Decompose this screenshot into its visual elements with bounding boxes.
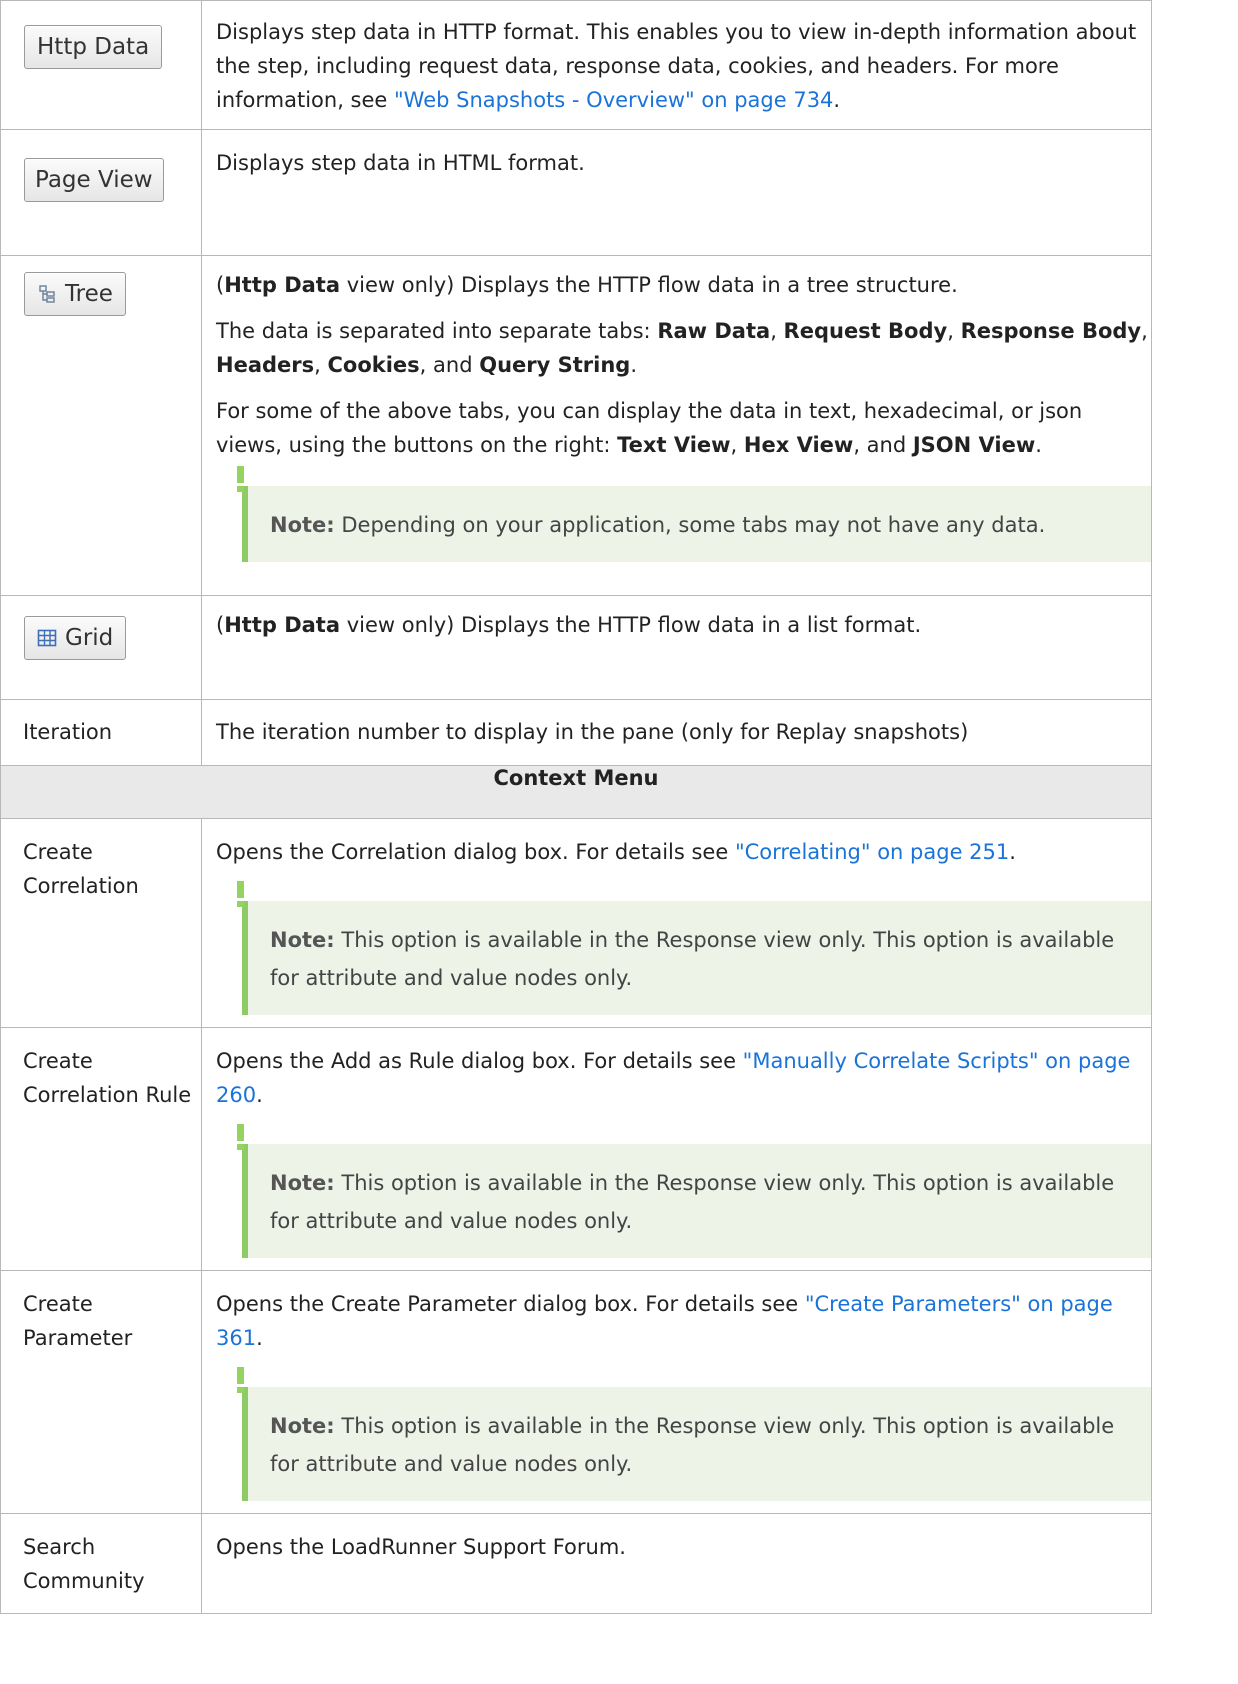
exclamation-icon	[236, 466, 246, 492]
ui-element-cell: Tree	[0, 255, 202, 596]
correlating-link[interactable]: "Correlating" on page 251	[735, 840, 1009, 864]
description-text: Opens the Add as Rule dialog box. For de…	[216, 1049, 743, 1073]
description-cell: (Http Data view only) Displays the HTTP …	[201, 255, 1152, 596]
description-cell: Opens the Add as Rule dialog box. For de…	[201, 1027, 1152, 1271]
context-menu-heading: Context Menu	[0, 765, 1152, 819]
hex-view-name: Hex View	[743, 433, 854, 457]
description-cell: Opens the Create Parameter dialog box. F…	[201, 1270, 1152, 1514]
table-row: Page View Displays step data in HTML for…	[0, 129, 1152, 256]
ui-element-cell: Create Correlation Rule	[0, 1027, 202, 1271]
description-text: view only) Displays the HTTP flow data i…	[340, 273, 958, 297]
description-cell: The iteration number to display in the p…	[201, 699, 1152, 766]
response-body-tab-name: Response Body	[960, 319, 1142, 343]
note-text: This option is available in the Response…	[270, 1171, 1115, 1233]
query-string-tab-name: Query String	[479, 353, 631, 377]
table-row: Http Data Displays step data in HTTP for…	[0, 0, 1152, 130]
table-row: Create Correlation Opens the Correlation…	[0, 818, 1152, 1028]
http-data-button-label: Http Data	[37, 34, 150, 60]
description-cell: Displays step data in HTTP format. This …	[201, 0, 1152, 130]
exclamation-icon	[236, 1367, 246, 1393]
note-label: Note:	[270, 513, 335, 537]
tabs-paragraph: The data is separated into separate tabs…	[216, 319, 1148, 377]
exclamation-icon	[236, 1124, 246, 1150]
table-row: Iteration The iteration number to displa…	[0, 699, 1152, 766]
tree-button[interactable]: Tree	[24, 272, 126, 316]
description-text: Opens the Correlation dialog box. For de…	[216, 840, 735, 864]
description-text: The iteration number to display in the p…	[216, 720, 969, 744]
grid-button-label: Grid	[65, 625, 114, 651]
note-label: Note:	[270, 1414, 335, 1438]
grid-description: (Http Data view only) Displays the HTTP …	[216, 613, 922, 637]
search-community-label: Search Community	[23, 1535, 145, 1593]
ui-elements-table: Http Data Displays step data in HTTP for…	[0, 0, 1152, 1614]
description-text: Opens the LoadRunner Support Forum.	[216, 1535, 626, 1559]
page-view-button-label: Page View	[35, 167, 153, 193]
note-label: Note:	[270, 1171, 335, 1195]
note-text: Depending on your application, some tabs…	[334, 513, 1046, 537]
cookies-tab-name: Cookies	[327, 353, 420, 377]
table-row: Grid (Http Data view only) Displays the …	[0, 595, 1152, 700]
grid-icon	[37, 629, 57, 647]
note-text: This option is available in the Response…	[270, 928, 1115, 990]
description-cell: Displays step data in HTML format.	[201, 129, 1152, 256]
description-text: Opens the Create Parameter dialog box. F…	[216, 1292, 805, 1316]
note-box: Note: This option is available in the Re…	[237, 1367, 1151, 1501]
raw-data-tab-name: Raw Data	[657, 319, 771, 343]
headers-tab-name: Headers	[216, 353, 315, 377]
description-cell: Opens the LoadRunner Support Forum.	[201, 1513, 1152, 1614]
create-correlation-rule-label: Create Correlation Rule	[23, 1049, 192, 1107]
ui-element-cell: Grid	[0, 595, 202, 700]
grid-button[interactable]: Grid	[24, 616, 127, 660]
tree-description: (Http Data view only) Displays the HTTP …	[216, 273, 958, 297]
json-view-name: JSON View	[912, 433, 1036, 457]
page-view-button[interactable]: Page View	[24, 158, 164, 202]
ui-element-cell: Search Community	[0, 1513, 202, 1614]
ui-element-cell: Create Correlation	[0, 818, 202, 1028]
description-cell: Opens the Correlation dialog box. For de…	[201, 818, 1152, 1028]
note-box: Note: This option is available in the Re…	[237, 1124, 1151, 1258]
request-body-tab-name: Request Body	[783, 319, 948, 343]
description-text: .	[833, 88, 841, 112]
note-box: Note: Depending on your application, som…	[237, 466, 1151, 562]
exclamation-icon	[236, 881, 246, 907]
section-header-row: Context Menu	[0, 765, 1152, 819]
http-data-button[interactable]: Http Data	[24, 25, 163, 69]
description-text: Displays step data in HTML format.	[216, 151, 585, 175]
create-correlation-label: Create Correlation	[23, 840, 139, 898]
description-text: view only) Displays the HTTP flow data i…	[340, 613, 922, 637]
ui-element-cell: Iteration	[0, 699, 202, 766]
ui-element-cell: Create Parameter	[0, 1270, 202, 1514]
tree-button-label: Tree	[65, 281, 113, 307]
table-row: Create Parameter Opens the Create Parame…	[0, 1270, 1152, 1514]
text-view-name: Text View	[617, 433, 731, 457]
description-text: The data is separated into separate tabs…	[216, 319, 658, 343]
views-paragraph: For some of the above tabs, you can disp…	[216, 399, 1083, 457]
web-snapshots-link[interactable]: "Web Snapshots - Overview" on page 734	[394, 88, 833, 112]
http-data-bold: Http Data	[224, 273, 341, 297]
create-parameter-label: Create Parameter	[23, 1292, 133, 1350]
table-row: Search Community Opens the LoadRunner Su…	[0, 1513, 1152, 1614]
description-cell: (Http Data view only) Displays the HTTP …	[201, 595, 1152, 700]
http-data-bold: Http Data	[224, 613, 341, 637]
note-box: Note: This option is available in the Re…	[237, 881, 1151, 1015]
table-row: Tree (Http Data view only) Displays the …	[0, 255, 1152, 596]
tree-icon	[39, 285, 55, 303]
note-label: Note:	[270, 928, 335, 952]
ui-element-cell: Page View	[0, 129, 202, 256]
note-text: This option is available in the Response…	[270, 1414, 1115, 1476]
ui-element-cell: Http Data	[0, 0, 202, 130]
table-row: Create Correlation Rule Opens the Add as…	[0, 1027, 1152, 1271]
iteration-label: Iteration	[23, 720, 113, 744]
